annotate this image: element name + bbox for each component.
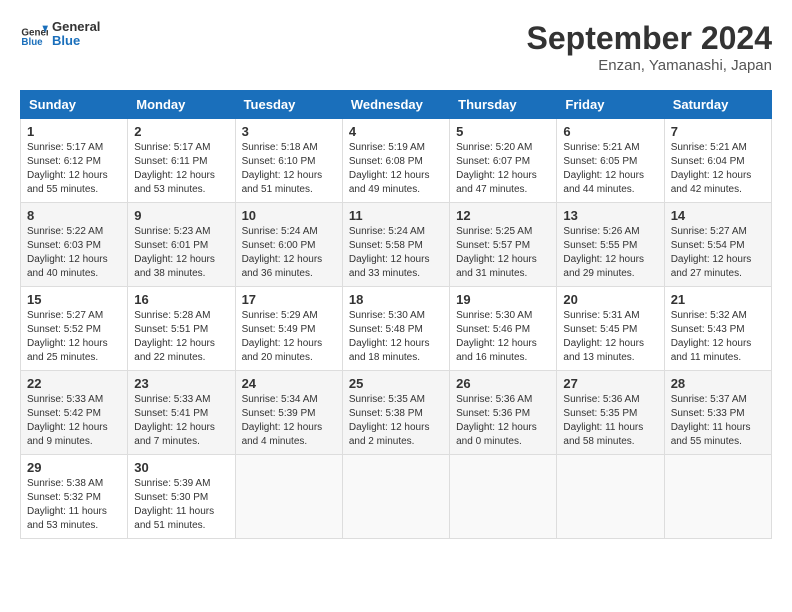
day-cell-17: 17 Sunrise: 5:29 AMSunset: 5:49 PMDaylig… xyxy=(235,287,342,371)
col-monday: Monday xyxy=(128,91,235,119)
empty-cell xyxy=(557,455,664,539)
table-row: 15 Sunrise: 5:27 AMSunset: 5:52 PMDaylig… xyxy=(21,287,772,371)
logo-blue: Blue xyxy=(52,34,100,48)
day-cell-16: 16 Sunrise: 5:28 AMSunset: 5:51 PMDaylig… xyxy=(128,287,235,371)
col-wednesday: Wednesday xyxy=(342,91,449,119)
day-cell-30: 30 Sunrise: 5:39 AMSunset: 5:30 PMDaylig… xyxy=(128,455,235,539)
day-cell-11: 11 Sunrise: 5:24 AMSunset: 5:58 PMDaylig… xyxy=(342,203,449,287)
day-cell-8: 8 Sunrise: 5:22 AMSunset: 6:03 PMDayligh… xyxy=(21,203,128,287)
day-cell-24: 24 Sunrise: 5:34 AMSunset: 5:39 PMDaylig… xyxy=(235,371,342,455)
day-cell-3: 3 Sunrise: 5:18 AMSunset: 6:10 PMDayligh… xyxy=(235,119,342,203)
day-cell-10: 10 Sunrise: 5:24 AMSunset: 6:00 PMDaylig… xyxy=(235,203,342,287)
col-thursday: Thursday xyxy=(450,91,557,119)
day-cell-23: 23 Sunrise: 5:33 AMSunset: 5:41 PMDaylig… xyxy=(128,371,235,455)
table-row: 8 Sunrise: 5:22 AMSunset: 6:03 PMDayligh… xyxy=(21,203,772,287)
day-cell-29: 29 Sunrise: 5:38 AMSunset: 5:32 PMDaylig… xyxy=(21,455,128,539)
day-cell-21: 21 Sunrise: 5:32 AMSunset: 5:43 PMDaylig… xyxy=(664,287,771,371)
day-cell-9: 9 Sunrise: 5:23 AMSunset: 6:01 PMDayligh… xyxy=(128,203,235,287)
day-cell-12: 12 Sunrise: 5:25 AMSunset: 5:57 PMDaylig… xyxy=(450,203,557,287)
day-cell-15: 15 Sunrise: 5:27 AMSunset: 5:52 PMDaylig… xyxy=(21,287,128,371)
col-saturday: Saturday xyxy=(664,91,771,119)
day-cell-28: 28 Sunrise: 5:37 AMSunset: 5:33 PMDaylig… xyxy=(664,371,771,455)
day-cell-18: 18 Sunrise: 5:30 AMSunset: 5:48 PMDaylig… xyxy=(342,287,449,371)
day-cell-27: 27 Sunrise: 5:36 AMSunset: 5:35 PMDaylig… xyxy=(557,371,664,455)
day-cell-1: 1 Sunrise: 5:17 AMSunset: 6:12 PMDayligh… xyxy=(21,119,128,203)
day-cell-19: 19 Sunrise: 5:30 AMSunset: 5:46 PMDaylig… xyxy=(450,287,557,371)
day-cell-7: 7 Sunrise: 5:21 AMSunset: 6:04 PMDayligh… xyxy=(664,119,771,203)
day-cell-13: 13 Sunrise: 5:26 AMSunset: 5:55 PMDaylig… xyxy=(557,203,664,287)
day-cell-5: 5 Sunrise: 5:20 AMSunset: 6:07 PMDayligh… xyxy=(450,119,557,203)
day-cell-2: 2 Sunrise: 5:17 AMSunset: 6:11 PMDayligh… xyxy=(128,119,235,203)
day-cell-22: 22 Sunrise: 5:33 AMSunset: 5:42 PMDaylig… xyxy=(21,371,128,455)
table-row: 22 Sunrise: 5:33 AMSunset: 5:42 PMDaylig… xyxy=(21,371,772,455)
logo-general: General xyxy=(52,20,100,34)
col-sunday: Sunday xyxy=(21,91,128,119)
empty-cell xyxy=(342,455,449,539)
title-block: September 2024 Enzan, Yamanashi, Japan xyxy=(527,20,772,74)
calendar-table: Sunday Monday Tuesday Wednesday Thursday… xyxy=(20,90,772,539)
empty-cell xyxy=(664,455,771,539)
day-cell-20: 20 Sunrise: 5:31 AMSunset: 5:45 PMDaylig… xyxy=(557,287,664,371)
table-row: 1 Sunrise: 5:17 AMSunset: 6:12 PMDayligh… xyxy=(21,119,772,203)
calendar-header-row: Sunday Monday Tuesday Wednesday Thursday… xyxy=(21,91,772,119)
col-friday: Friday xyxy=(557,91,664,119)
logo: General Blue General Blue xyxy=(20,20,100,49)
day-cell-14: 14 Sunrise: 5:27 AMSunset: 5:54 PMDaylig… xyxy=(664,203,771,287)
day-cell-6: 6 Sunrise: 5:21 AMSunset: 6:05 PMDayligh… xyxy=(557,119,664,203)
col-tuesday: Tuesday xyxy=(235,91,342,119)
table-row: 29 Sunrise: 5:38 AMSunset: 5:32 PMDaylig… xyxy=(21,455,772,539)
page-header: General Blue General Blue September 2024… xyxy=(20,20,772,74)
day-cell-4: 4 Sunrise: 5:19 AMSunset: 6:08 PMDayligh… xyxy=(342,119,449,203)
day-cell-25: 25 Sunrise: 5:35 AMSunset: 5:38 PMDaylig… xyxy=(342,371,449,455)
empty-cell xyxy=(450,455,557,539)
logo-icon: General Blue xyxy=(20,20,48,48)
day-cell-26: 26 Sunrise: 5:36 AMSunset: 5:36 PMDaylig… xyxy=(450,371,557,455)
empty-cell xyxy=(235,455,342,539)
location-subtitle: Enzan, Yamanashi, Japan xyxy=(527,57,772,74)
month-title: September 2024 xyxy=(527,20,772,57)
svg-text:Blue: Blue xyxy=(21,37,43,48)
